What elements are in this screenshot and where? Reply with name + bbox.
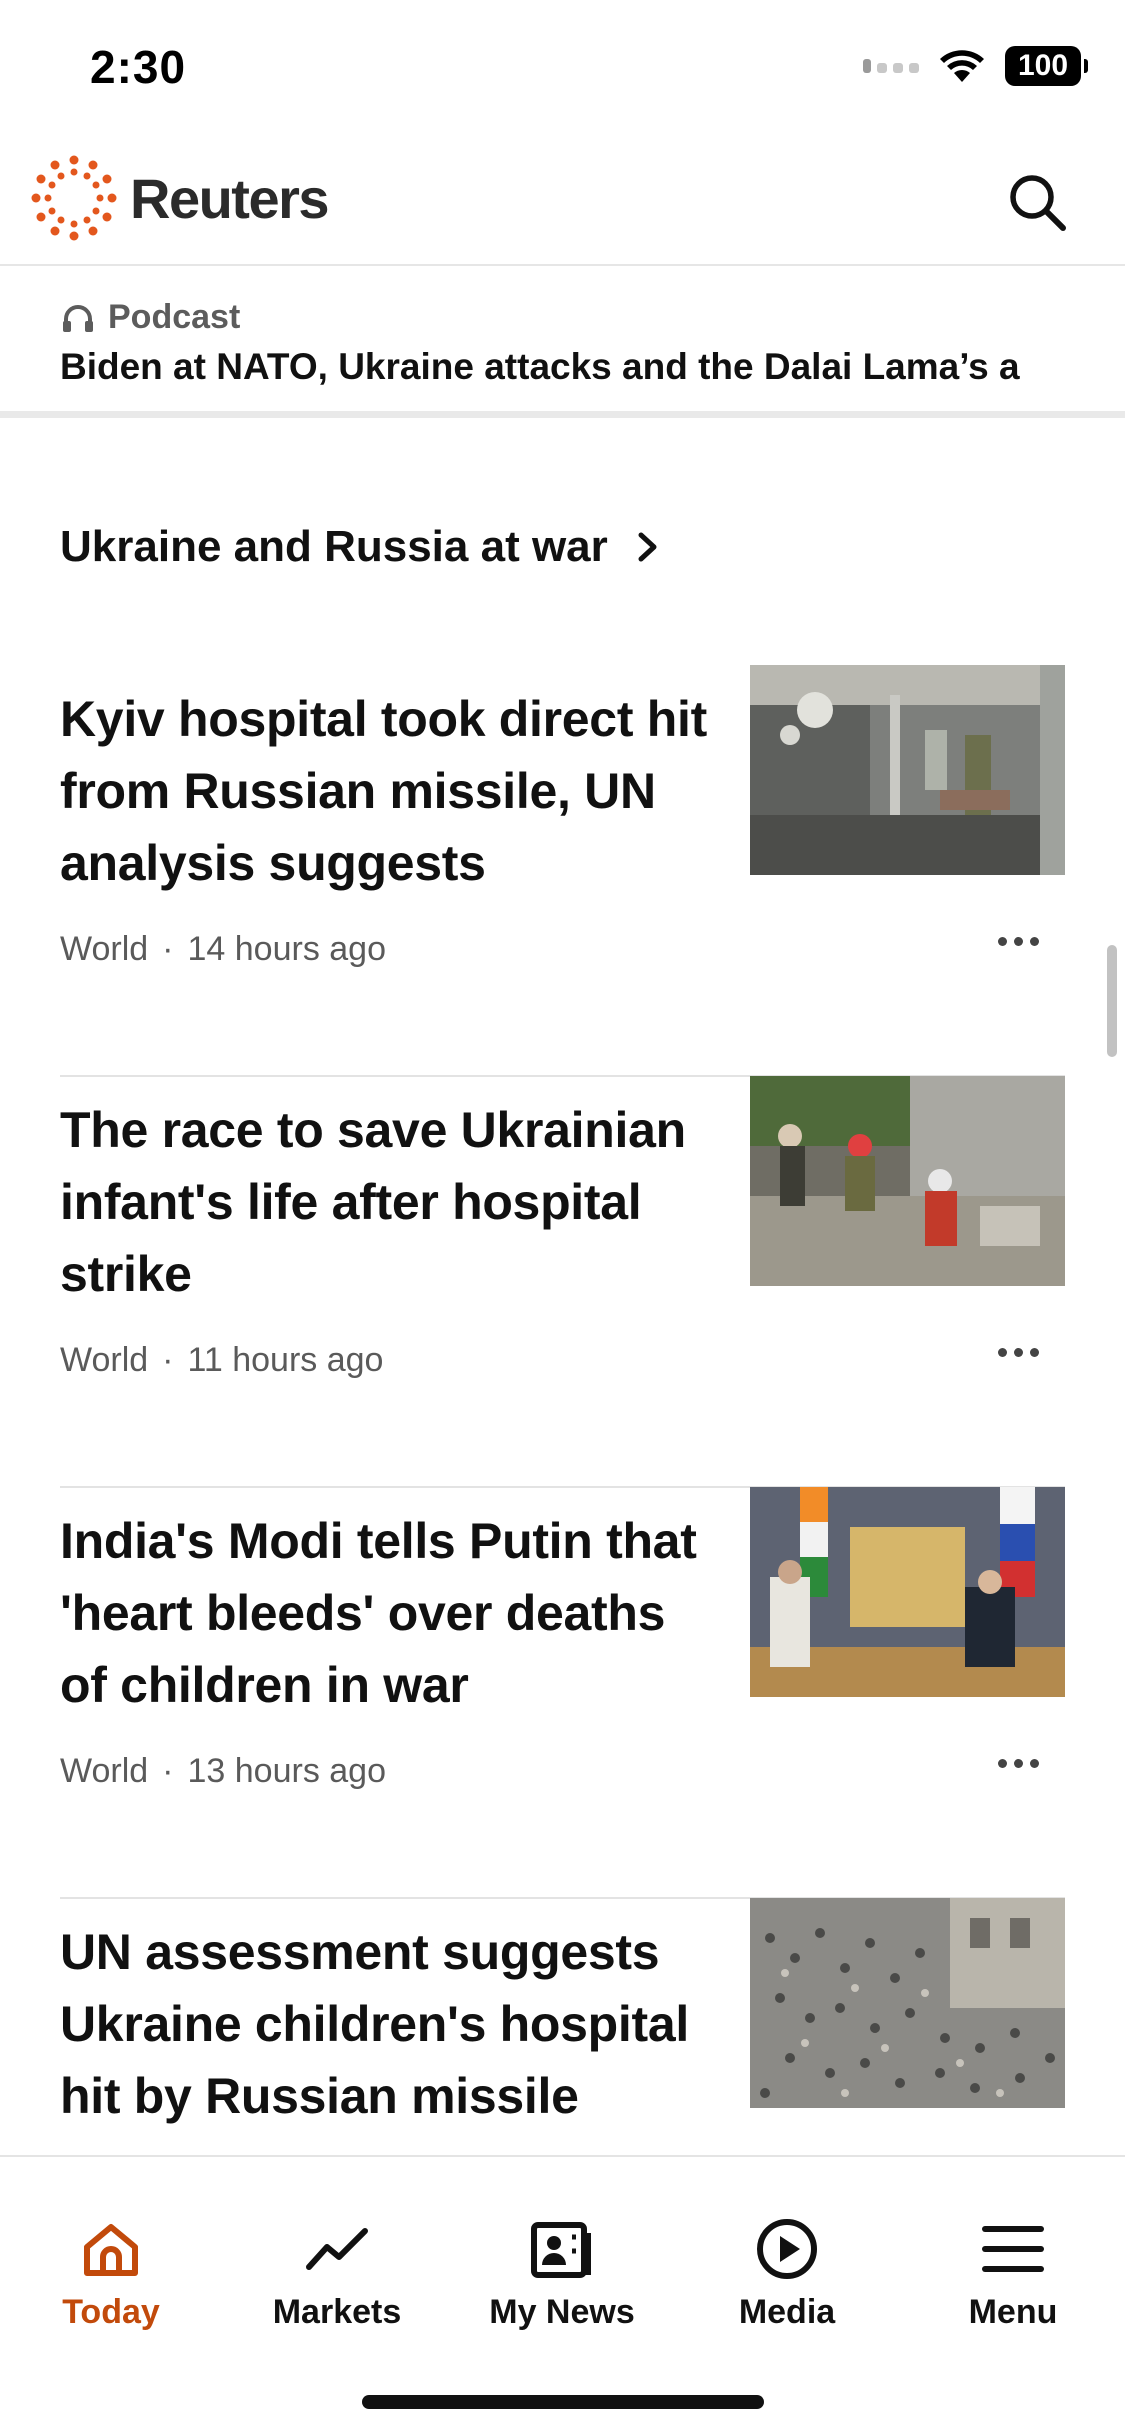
wifi-icon (940, 50, 984, 82)
article-category[interactable]: World (60, 930, 148, 969)
reuters-logo-icon (31, 155, 117, 241)
podcast-label: Podcast (62, 298, 240, 337)
reuters-logo[interactable]: Reuters (30, 154, 330, 242)
tab-my-news[interactable]: My News (462, 2217, 662, 2332)
menu-icon (982, 2226, 1044, 2272)
article-time: 13 hours ago (187, 1752, 387, 1790)
article-title[interactable]: India's Modi tells Putin that 'heart ble… (60, 1505, 720, 1721)
tab-today[interactable]: Today (11, 2217, 211, 2332)
meta-separator: · (162, 930, 174, 968)
headphones-icon (63, 304, 93, 332)
article-meta: World · 14 hours ago (60, 930, 386, 969)
article-card[interactable]: India's Modi tells Putin that 'heart ble… (60, 1487, 1065, 1899)
more-options-icon[interactable] (998, 1759, 1039, 1768)
more-options-icon[interactable] (998, 1348, 1039, 1357)
status-time: 2:30 (90, 41, 187, 93)
section-heading[interactable]: Ukraine and Russia at war (60, 522, 660, 572)
article-card[interactable]: UN assessment suggests Ukraine children'… (60, 1898, 1065, 2155)
article-meta: World · 11 hours ago (60, 1341, 383, 1380)
more-options-icon[interactable] (998, 937, 1039, 946)
status-bar: 2:30 100 (0, 0, 1125, 140)
article-card[interactable]: The race to save Ukrainian infant's life… (60, 1076, 1065, 1488)
podcast-label-text: Podcast (108, 298, 241, 336)
bottom-tab-bar: Today Markets My News Media Menu (0, 2155, 1125, 2436)
tab-label: My News (489, 2293, 635, 2331)
podcast-banner[interactable]: Podcast Biden at NATO, Ukraine attacks a… (0, 268, 1125, 418)
podcast-title[interactable]: Biden at NATO, Ukraine attacks and the D… (60, 346, 1065, 388)
home-indicator[interactable] (362, 2395, 764, 2409)
section-title: Ukraine and Russia at war (60, 522, 608, 571)
article-time: 14 hours ago (187, 930, 387, 968)
meta-separator: · (162, 1341, 174, 1379)
tab-markets[interactable]: Markets (237, 2217, 437, 2332)
article-thumbnail[interactable] (750, 665, 1065, 875)
home-icon (84, 2224, 138, 2276)
cellular-signal-icon (863, 59, 919, 73)
search-icon[interactable] (1005, 170, 1069, 234)
article-title[interactable]: Kyiv hospital took direct hit from Russi… (60, 683, 720, 899)
tab-label: Markets (272, 2293, 402, 2331)
article-thumbnail[interactable] (750, 1487, 1065, 1697)
status-icons: 100 (863, 46, 1088, 86)
article-category[interactable]: World (60, 1752, 148, 1791)
battery-icon: 100 (1005, 46, 1088, 86)
tab-label: Media (738, 2293, 836, 2331)
tab-menu[interactable]: Menu (913, 2217, 1113, 2332)
chevron-right-icon (638, 532, 657, 562)
scrollbar[interactable] (1107, 945, 1117, 1057)
article-time: 11 hours ago (187, 1341, 384, 1379)
article-title[interactable]: UN assessment suggests Ukraine children'… (60, 1916, 720, 2132)
meta-separator: · (162, 1752, 174, 1790)
news-icon (531, 2222, 591, 2278)
trend-line-icon (306, 2228, 368, 2270)
article-thumbnail[interactable] (750, 1076, 1065, 1286)
brand-name: Reuters (130, 166, 330, 230)
article-meta: World · 13 hours ago (60, 1752, 386, 1791)
tab-label: Today (62, 2293, 160, 2331)
article-thumbnail[interactable] (750, 1898, 1065, 2108)
article-card[interactable]: Kyiv hospital took direct hit from Russi… (60, 665, 1065, 1077)
app-header: Reuters (0, 140, 1125, 266)
play-circle-icon (757, 2219, 817, 2279)
tab-media[interactable]: Media (687, 2217, 887, 2332)
tab-label: Menu (968, 2293, 1058, 2331)
article-title[interactable]: The race to save Ukrainian infant's life… (60, 1094, 720, 1310)
article-category[interactable]: World (60, 1341, 148, 1380)
